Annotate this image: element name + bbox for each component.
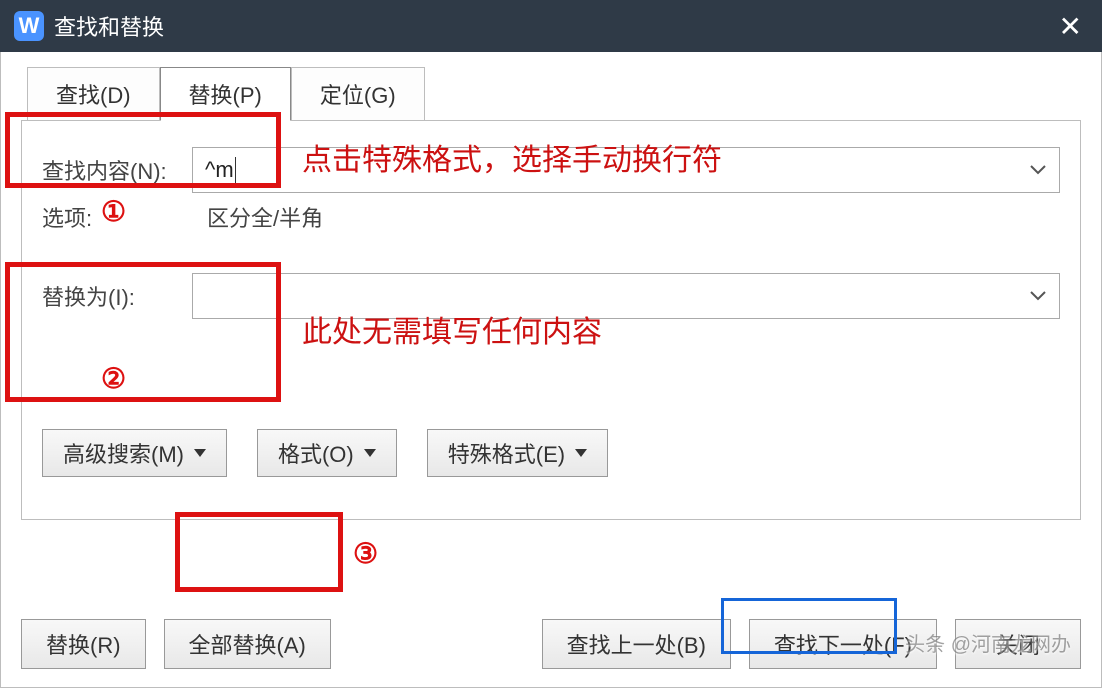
tab-strip: 查找(D) 替换(P) 定位(G) [27,66,1081,120]
find-what-label: 查找内容(N): [42,154,192,186]
annotation-number-1: ① [101,195,126,228]
find-next-button-label: 查找下一处(F) [774,628,912,660]
window-title: 查找和替换 [54,10,164,42]
advanced-search-button[interactable]: 高级搜索(M) [42,429,227,477]
title-bar: W 查找和替换 ✕ [0,0,1102,52]
options-value: 区分全/半角 [207,201,323,233]
special-format-button[interactable]: 特殊格式(E) [427,429,608,477]
find-prev-button[interactable]: 查找上一处(B) [542,619,731,669]
chevron-down-icon[interactable] [1029,164,1047,176]
replace-with-input[interactable] [192,273,1060,319]
replace-all-button-label: 全部替换(A) [189,628,306,660]
find-what-input[interactable]: ^m [192,147,1060,193]
caret-down-icon [364,449,376,457]
replace-button-label: 替换(R) [46,628,121,660]
tab-replace[interactable]: 替换(P) [160,67,291,121]
annotation-number-3: ③ [353,537,378,570]
tab-goto[interactable]: 定位(G) [291,67,425,121]
caret-down-icon [194,449,206,457]
find-prev-button-label: 查找上一处(B) [567,628,706,660]
dialog-body: 查找(D) 替换(P) 定位(G) 查找内容(N): ^m 选项: 区分全/半角… [0,52,1102,688]
replace-button[interactable]: 替换(R) [21,619,146,669]
chevron-down-icon[interactable] [1029,290,1047,302]
caret-down-icon [575,449,587,457]
find-what-value: ^m [205,157,234,183]
replace-with-label: 替换为(I): [42,280,192,312]
annotation-box-3 [175,512,343,592]
special-format-label: 特殊格式(E) [448,437,565,469]
app-icon: W [14,11,44,41]
format-label: 格式(O) [278,437,354,469]
format-button[interactable]: 格式(O) [257,429,397,477]
advanced-search-label: 高级搜索(M) [63,437,184,469]
annotation-number-2: ② [101,362,126,395]
text-cursor [235,157,236,183]
close-icon[interactable]: ✕ [1053,10,1088,43]
tab-find[interactable]: 查找(D) [27,67,160,121]
replace-all-button[interactable]: 全部替换(A) [164,619,331,669]
watermark: 头条 @河南龙网办 [905,628,1071,657]
tab-panel: 查找内容(N): ^m 选项: 区分全/半角 替换为(I): [21,120,1081,520]
